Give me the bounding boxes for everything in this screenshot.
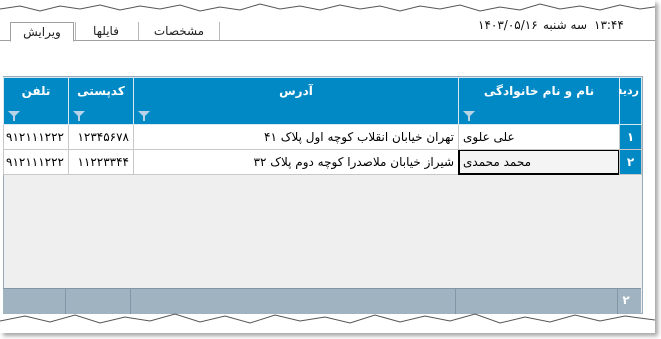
- weekday-label: سه شنبه: [543, 18, 588, 32]
- cell-phone[interactable]: ۰۹۱۲۱۱۱۲۲۲: [3, 124, 69, 150]
- filter-icon[interactable]: [73, 110, 85, 122]
- filter-icon[interactable]: [8, 110, 20, 122]
- filter-icon[interactable]: [138, 110, 150, 122]
- header-row: ردیف نام و نام خانوادگی آدرس کدپستی تلفن: [3, 77, 642, 125]
- header-rownum[interactable]: ردیف: [610, 77, 642, 125]
- cell-name-selected[interactable]: محمد محمدی: [458, 149, 620, 175]
- clock-time: ۱۳:۴۴: [594, 18, 624, 32]
- date-label: ۱۴۰۳/۰۵/۱۶: [478, 18, 538, 32]
- row-number: ۲: [619, 149, 642, 175]
- table-row[interactable]: ۲ محمد محمدی شیراز خیابان ملاصدرا کوچه د…: [3, 149, 642, 175]
- torn-edge-bottom: [0, 313, 655, 333]
- tab-edit[interactable]: ویرایش: [10, 22, 74, 42]
- torn-edge-top: [0, 0, 655, 12]
- filter-icon[interactable]: [463, 110, 475, 122]
- app-window: ویرایش فایلها مشخصات ۱۳:۴۴ سه شنبه ۱۴۰۳/…: [0, 0, 655, 333]
- cell-address[interactable]: تهران خیابان انقلاب کوچه اول پلاک ۴۱: [133, 124, 459, 150]
- header-phone[interactable]: تلفن: [3, 77, 69, 125]
- records-table: ردیف نام و نام خانوادگی آدرس کدپستی تلفن…: [3, 77, 642, 175]
- header-postal[interactable]: کدپستی: [68, 77, 134, 125]
- cell-name[interactable]: علی علوی: [458, 124, 620, 150]
- row-number: ۱: [619, 124, 642, 150]
- tab-details[interactable]: مشخصات: [138, 22, 220, 40]
- tab-files[interactable]: فایلها: [75, 22, 136, 40]
- header-name[interactable]: نام و نام خانوادگی: [458, 77, 620, 125]
- data-grid: ردیف نام و نام خانوادگی آدرس کدپستی تلفن…: [3, 76, 643, 314]
- cell-postal[interactable]: ۱۱۲۲۳۳۴۴: [68, 149, 134, 175]
- cell-address[interactable]: شیراز خیابان ملاصدرا کوچه دوم پلاک ۳۲: [133, 149, 459, 175]
- footer-row-count: ۲: [622, 293, 630, 307]
- table-row[interactable]: ۱ علی علوی تهران خیابان انقلاب کوچه اول …: [3, 124, 642, 150]
- header-address[interactable]: آدرس: [133, 77, 459, 125]
- cell-postal[interactable]: ۱۲۳۴۵۶۷۸: [68, 124, 134, 150]
- cell-phone[interactable]: ۰۹۱۲۱۱۱۲۲۲: [3, 149, 69, 175]
